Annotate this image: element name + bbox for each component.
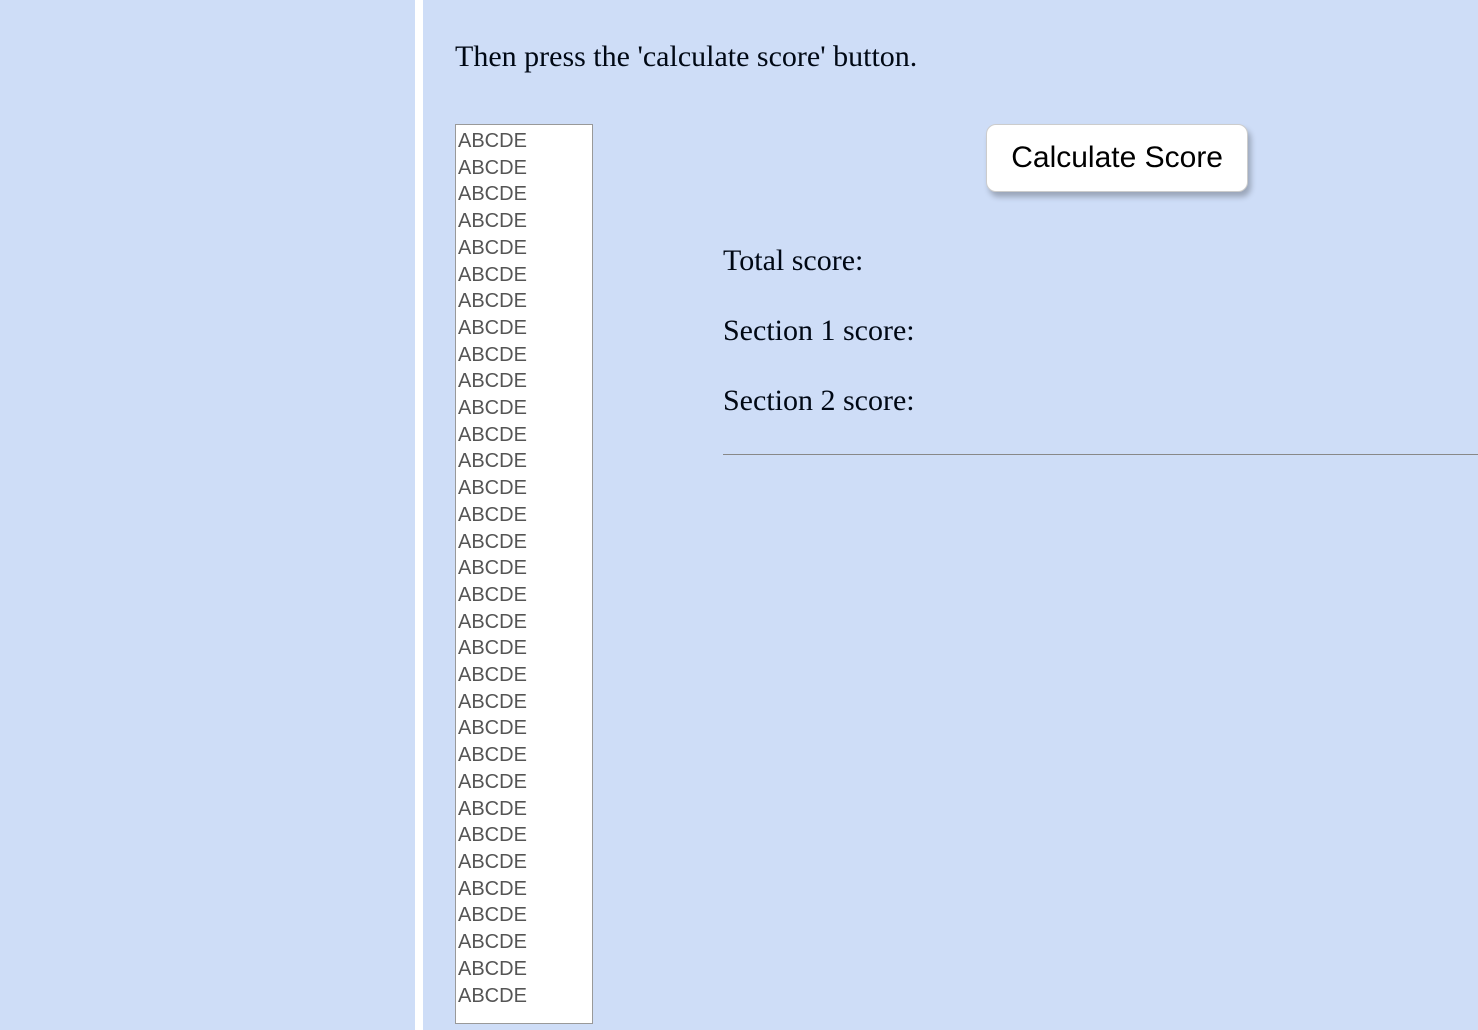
instruction-text: Then press the 'calculate score' button. <box>455 40 1478 74</box>
content-area: Then press the 'calculate score' button.… <box>423 0 1478 1030</box>
right-column: Calculate Score Total score: Section 1 s… <box>723 124 1478 455</box>
total-score-label: Total score: <box>723 244 1478 278</box>
main-row: Calculate Score Total score: Section 1 s… <box>455 124 1478 1024</box>
score-divider <box>723 454 1478 455</box>
vertical-divider <box>415 0 423 1030</box>
answers-textarea[interactable] <box>455 124 593 1024</box>
calc-button-wrap: Calculate Score <box>723 124 1478 192</box>
left-margin <box>0 0 415 1030</box>
section2-score-label: Section 2 score: <box>723 384 1478 418</box>
section1-score-label: Section 1 score: <box>723 314 1478 348</box>
calculate-score-button[interactable]: Calculate Score <box>986 124 1248 192</box>
score-lines: Total score: Section 1 score: Section 2 … <box>723 244 1478 455</box>
